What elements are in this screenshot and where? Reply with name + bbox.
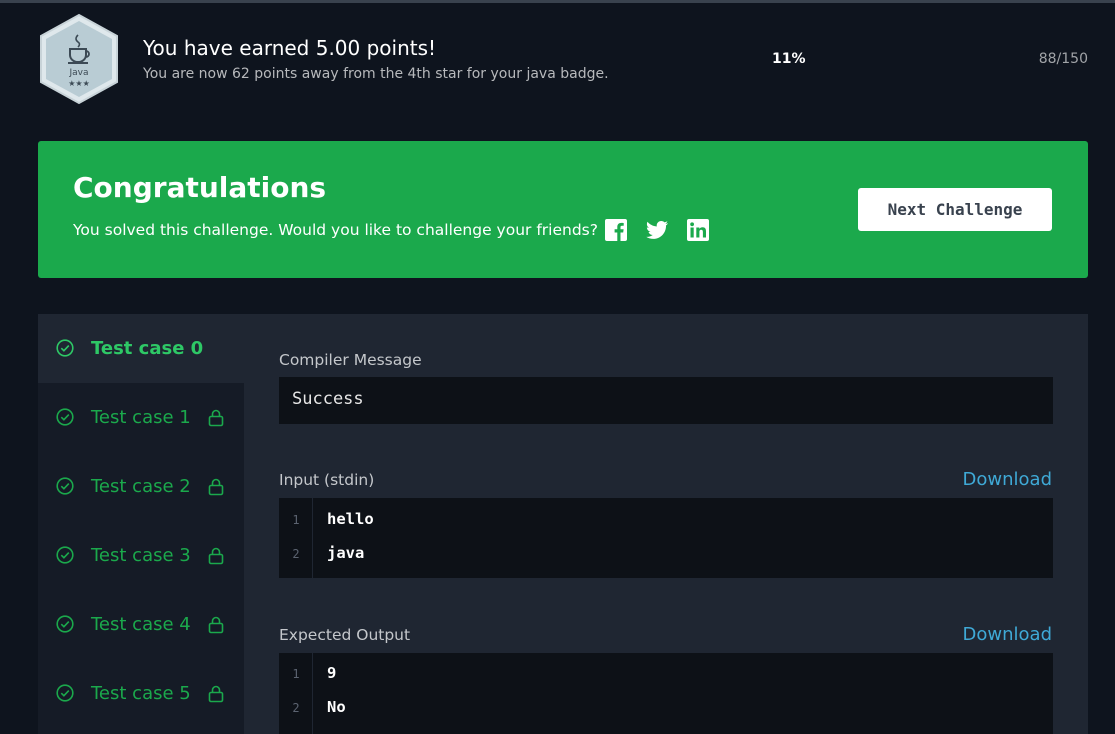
check-circle-icon [56,615,74,633]
code-line: 2 No [279,692,1053,726]
input-label: Input (stdin) [279,471,375,489]
line-text: No [327,698,346,716]
code-line: 2 java [279,538,1053,572]
lock-icon [208,478,224,496]
top-border [0,0,1115,3]
expected-output-code-box: 1 9 2 No [279,653,1053,734]
expected-output-download-link[interactable]: Download [963,624,1052,645]
lock-icon [208,409,224,427]
points-earned-title: You have earned 5.00 points! [143,36,437,60]
tab-test-case-4[interactable]: Test case 4 [38,590,244,659]
badge-label: Java [68,68,88,78]
code-line: 1 hello [279,504,1053,538]
twitter-icon[interactable] [645,218,669,242]
tab-test-case-0[interactable]: Test case 0 [38,314,244,383]
facebook-icon[interactable] [604,218,628,242]
congratulations-banner: Congratulations You solved this challeng… [38,141,1088,278]
lock-icon [208,685,224,703]
check-circle-icon [56,546,74,564]
compiler-message-text: Success [292,389,364,409]
tab-label: Test case 1 [91,407,191,428]
expected-output-label: Expected Output [279,626,411,644]
tab-label: Test case 3 [91,545,191,566]
line-number: 1 [292,667,300,681]
points-earned-subtitle: You are now 62 points away from the 4th … [143,66,609,82]
line-text: hello [327,510,374,528]
test-case-tabs: Test case 0 Test case 1 Test case 2 Test… [38,314,244,734]
tab-label: Test case 4 [91,614,191,635]
next-challenge-button[interactable]: Next Challenge [858,188,1052,231]
check-circle-icon [56,408,74,426]
tab-test-case-1[interactable]: Test case 1 [38,383,244,452]
check-circle-icon [56,339,74,357]
input-code-box: 1 hello 2 java [279,498,1053,578]
lock-icon [208,616,224,634]
badge-stars: ★★★ [68,79,90,88]
check-circle-icon [56,477,74,495]
tab-label: Test case 2 [91,476,191,497]
compiler-message-box: Success [279,377,1053,424]
tab-test-case-2[interactable]: Test case 2 [38,452,244,521]
java-badge: Java ★★★ [37,13,121,105]
input-download-link[interactable]: Download [963,469,1052,490]
banner-text: You solved this challenge. Would you lik… [73,221,598,239]
line-number: 2 [292,547,300,561]
lock-icon [208,547,224,565]
check-circle-icon [56,684,74,702]
tab-test-case-5[interactable]: Test case 5 [38,659,244,728]
code-line: 1 9 [279,658,1053,692]
tab-test-case-3[interactable]: Test case 3 [38,521,244,590]
test-results-panel: Test case 0 Test case 1 Test case 2 Test… [38,314,1088,734]
line-number: 1 [292,513,300,527]
progress-percent: 11% [772,51,806,67]
linkedin-icon[interactable] [686,218,710,242]
progress-count: 88/150 [1038,51,1088,67]
line-text: 9 [327,664,337,682]
line-number: 2 [292,701,300,715]
tab-label: Test case 0 [91,338,204,359]
line-text: java [327,544,365,562]
banner-title: Congratulations [73,171,327,204]
tab-label: Test case 5 [91,683,191,704]
compiler-message-label: Compiler Message [279,351,422,369]
